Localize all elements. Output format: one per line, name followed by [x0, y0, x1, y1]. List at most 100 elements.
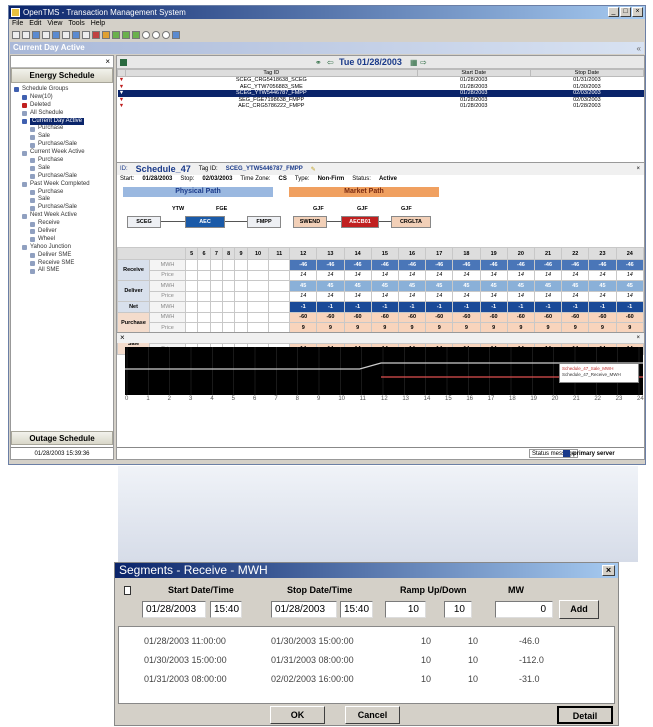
- hour-cell[interactable]: 14: [425, 290, 454, 302]
- hour-cell[interactable]: [234, 290, 248, 302]
- edit-icon[interactable]: ✎: [311, 166, 316, 173]
- hour-cell[interactable]: 14: [533, 269, 563, 281]
- ramp-down-input[interactable]: 10: [444, 601, 472, 618]
- close-trend-right-icon[interactable]: ×: [636, 333, 640, 343]
- filter-icon[interactable]: [102, 31, 110, 39]
- grid-icon[interactable]: [62, 31, 70, 39]
- hour-cell[interactable]: [234, 311, 248, 323]
- hour-cell[interactable]: [234, 301, 248, 313]
- outage-schedule-header[interactable]: Outage Schedule: [11, 431, 113, 445]
- area-icon[interactable]: [122, 31, 130, 39]
- menu-view[interactable]: View: [47, 19, 62, 29]
- hour-cell[interactable]: [234, 269, 248, 281]
- hour-cell[interactable]: -60: [452, 311, 481, 323]
- hour-cell[interactable]: -1: [316, 301, 345, 313]
- hour-cell[interactable]: 45: [533, 280, 563, 292]
- hour-cell[interactable]: -60: [397, 311, 427, 323]
- hour-cell[interactable]: -46: [370, 259, 399, 271]
- hour-cell[interactable]: 14: [479, 269, 508, 281]
- hour-cell[interactable]: [246, 259, 270, 271]
- list-item[interactable]: 01/31/2003 08:00:00 02/02/2003 16:00:00 10…: [119, 674, 614, 686]
- hour-cell[interactable]: -60: [588, 311, 617, 323]
- copy-icon[interactable]: [42, 31, 50, 39]
- hour-cell[interactable]: [197, 301, 211, 313]
- hour-cell[interactable]: -1: [452, 301, 481, 313]
- hour-cell[interactable]: 14: [397, 290, 427, 302]
- new-icon[interactable]: [12, 31, 20, 39]
- hour-cell[interactable]: -46: [533, 259, 563, 271]
- tree-item[interactable]: Wheel: [14, 236, 113, 244]
- hour-cell[interactable]: -1: [289, 301, 318, 313]
- ramp-up-input[interactable]: 10: [385, 601, 426, 618]
- hour-cell[interactable]: [268, 280, 291, 292]
- stop-time-input[interactable]: 15:40: [340, 601, 373, 618]
- hour-cell[interactable]: 14: [289, 269, 318, 281]
- hour-cell[interactable]: 14: [588, 290, 617, 302]
- tree-item[interactable]: Deleted: [14, 102, 113, 110]
- tree-item[interactable]: Purchase/Sale: [14, 173, 113, 181]
- hour-cell[interactable]: 14: [452, 290, 481, 302]
- trend-icon[interactable]: [132, 31, 140, 39]
- hour-cell[interactable]: 14: [561, 269, 590, 281]
- tree-item[interactable]: Current Day Active: [14, 117, 113, 126]
- path-node[interactable]: FMPP: [247, 216, 281, 228]
- hour-cell[interactable]: -60: [479, 311, 508, 323]
- tree-item[interactable]: Next Week Active: [14, 212, 113, 220]
- hour-cell[interactable]: 14: [561, 290, 590, 302]
- hour-cell[interactable]: 14: [289, 290, 318, 302]
- hour-cell[interactable]: -60: [289, 311, 318, 323]
- list-item[interactable]: 01/30/2003 15:00:00 01/31/2003 08:00:00 10…: [119, 655, 614, 667]
- hour-cell[interactable]: -1: [397, 301, 427, 313]
- hour-cell[interactable]: -60: [615, 311, 645, 323]
- hour-cell[interactable]: 45: [479, 280, 508, 292]
- grid-toggle-icon[interactable]: [120, 59, 127, 66]
- hour-cell[interactable]: -60: [316, 311, 345, 323]
- tree-item[interactable]: Purchase/Sale: [14, 141, 113, 149]
- hour-cell[interactable]: [197, 269, 211, 281]
- tree-item[interactable]: Deliver: [14, 228, 113, 236]
- hour-cell[interactable]: -1: [425, 301, 454, 313]
- hour-cell[interactable]: 14: [615, 269, 645, 281]
- hour-cell[interactable]: 14: [479, 290, 508, 302]
- user-icon[interactable]: [172, 31, 180, 39]
- mw-input[interactable]: 0: [495, 601, 553, 618]
- stop-date-input[interactable]: 01/28/2003: [271, 601, 337, 618]
- column-header[interactable]: Tag ID: [125, 69, 418, 77]
- hour-cell[interactable]: -1: [561, 301, 590, 313]
- tree-icon[interactable]: ⚭: [315, 56, 322, 69]
- hour-cell[interactable]: 14: [452, 269, 481, 281]
- hour-cell[interactable]: [184, 280, 199, 292]
- hour-cell[interactable]: -46: [316, 259, 345, 271]
- close-detail-icon[interactable]: ×: [636, 166, 640, 172]
- open-icon[interactable]: [22, 31, 30, 39]
- hour-cell[interactable]: [209, 259, 224, 271]
- hour-cell[interactable]: [268, 259, 291, 271]
- hour-cell[interactable]: [197, 280, 211, 292]
- hour-cell[interactable]: [268, 311, 291, 323]
- menu-help[interactable]: Help: [91, 19, 105, 29]
- hour-cell[interactable]: 14: [615, 290, 645, 302]
- timer-icon[interactable]: [152, 31, 160, 39]
- tree-item[interactable]: Past Week Completed: [14, 181, 113, 189]
- path-node[interactable]: CRGLTA: [391, 216, 431, 228]
- hour-cell[interactable]: [209, 280, 224, 292]
- hour-cell[interactable]: [184, 269, 199, 281]
- hour-cell[interactable]: [234, 280, 248, 292]
- hour-cell[interactable]: 45: [615, 280, 645, 292]
- hour-cell[interactable]: -60: [506, 311, 535, 323]
- hour-cell[interactable]: 14: [316, 290, 345, 302]
- hour-cell[interactable]: 45: [425, 280, 454, 292]
- tree-item[interactable]: Sale: [14, 133, 113, 141]
- chart-icon[interactable]: [82, 31, 90, 39]
- minimize-button[interactable]: _: [608, 7, 619, 17]
- hour-cell[interactable]: 14: [397, 269, 427, 281]
- hour-cell[interactable]: [184, 311, 199, 323]
- hour-cell[interactable]: [222, 311, 236, 323]
- hour-cell[interactable]: -60: [425, 311, 454, 323]
- hour-cell[interactable]: -46: [561, 259, 590, 271]
- hour-cell[interactable]: -60: [561, 311, 590, 323]
- hour-cell[interactable]: 14: [425, 269, 454, 281]
- hour-cell[interactable]: 14: [506, 269, 535, 281]
- tree-item[interactable]: Yahoo Junction: [14, 244, 113, 252]
- hour-cell[interactable]: [268, 290, 291, 302]
